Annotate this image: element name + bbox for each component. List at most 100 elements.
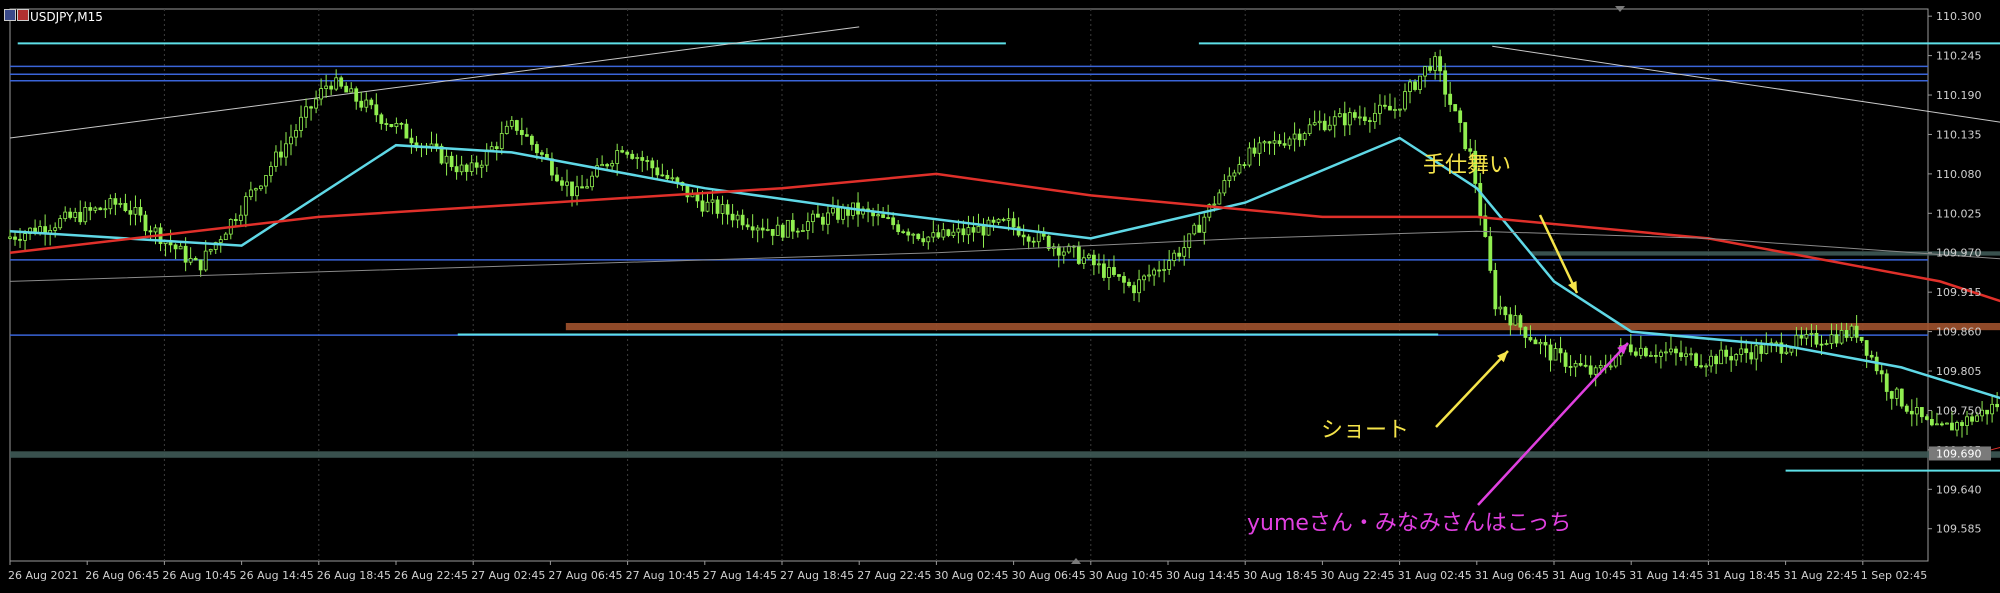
- candle-body: [1899, 388, 1904, 407]
- candle-body: [1222, 180, 1227, 194]
- candle-body: [1453, 104, 1458, 112]
- price-chart[interactable]: 110.300 110.245 110.190 110.135 110.080 110.0…: [0, 0, 2000, 593]
- candle-body: [1764, 343, 1769, 354]
- candle-body: [1202, 216, 1207, 233]
- candle-body: [665, 174, 670, 179]
- candle-body: [143, 214, 148, 232]
- candle-body: [1212, 203, 1217, 206]
- candle-body: [1638, 347, 1643, 356]
- candle-body: [1689, 353, 1693, 356]
- candle-body: [1076, 246, 1081, 264]
- candle-body: [93, 207, 98, 211]
- candle-body: [966, 227, 971, 236]
- candle-body: [384, 123, 389, 125]
- candle-body: [183, 245, 188, 263]
- candle-body: [1819, 343, 1824, 346]
- candle-body: [1709, 355, 1714, 367]
- candle-body: [294, 130, 298, 138]
- candle-body: [459, 164, 464, 173]
- candle-body: [1940, 423, 1944, 426]
- candle-body: [13, 236, 17, 240]
- candle-body: [1950, 422, 1954, 431]
- candle-body: [534, 144, 539, 154]
- chart-window[interactable]: 110.300 110.245 110.190 110.135 110.080 110.0…: [0, 0, 2000, 593]
- candle-body: [1378, 104, 1382, 114]
- candle-body: [1995, 403, 2000, 408]
- candle-body: [128, 210, 133, 215]
- time-axis-label: 30 Aug 10:45: [1089, 569, 1163, 582]
- candle-body: [434, 143, 439, 147]
- candle-body: [1217, 192, 1222, 205]
- candle-body: [1393, 109, 1397, 111]
- arrow-short: [1435, 350, 1509, 428]
- candle-body: [489, 146, 494, 151]
- candle-body: [1929, 419, 1934, 426]
- price-axis-label: 109.585: [1936, 523, 1982, 536]
- candle-body: [881, 214, 886, 218]
- moving-average-fast: [9, 136, 2000, 400]
- candle-body: [1418, 75, 1422, 90]
- candle-body: [248, 189, 253, 198]
- candle-body: [1277, 140, 1282, 145]
- annotation-teshimai: 手仕舞い: [1423, 153, 1512, 178]
- price-axis-label: 110.025: [1936, 207, 1982, 220]
- candle-body: [1965, 416, 1969, 426]
- candle-body: [1006, 218, 1011, 221]
- candle-body: [359, 100, 364, 108]
- candle-body: [760, 227, 765, 231]
- candle-body: [464, 164, 469, 172]
- candle-body: [509, 120, 514, 127]
- candle-body: [1132, 285, 1136, 294]
- candle-body: [1307, 124, 1312, 134]
- candle-body: [1317, 120, 1322, 124]
- candle-body: [1177, 252, 1182, 257]
- candle-body: [118, 203, 123, 205]
- candle-body: [805, 221, 810, 231]
- candle-body: [1001, 218, 1006, 221]
- candle-body: [1117, 274, 1121, 277]
- candle-body: [1357, 116, 1362, 119]
- candle-body: [976, 226, 981, 233]
- candle-body: [1061, 251, 1066, 256]
- candle-body: [1413, 81, 1417, 90]
- candle-body: [243, 196, 248, 216]
- candle-body: [504, 125, 509, 134]
- candle-body: [815, 213, 820, 218]
- price-axis-label: 109.915: [1936, 286, 1982, 299]
- candle-body: [299, 116, 303, 131]
- candle-body: [1684, 353, 1688, 358]
- candle-body: [1970, 416, 1974, 422]
- candle-body: [173, 244, 178, 250]
- candle-body: [1423, 66, 1427, 77]
- candle-body: [1859, 336, 1864, 341]
- candle-body: [1157, 269, 1162, 272]
- candle-body: [585, 186, 589, 189]
- candle-body: [1388, 105, 1392, 111]
- time-axis-label: 30 Aug 14:45: [1166, 569, 1240, 582]
- candle-body: [1147, 274, 1151, 277]
- candle-body: [289, 136, 293, 145]
- candle-body: [720, 204, 725, 214]
- candle-body: [936, 232, 941, 238]
- candle-body: [1367, 120, 1372, 122]
- candle-body: [379, 114, 384, 124]
- candle-body: [710, 199, 715, 203]
- candle-body: [78, 211, 83, 223]
- candle-body: [1107, 267, 1111, 278]
- candle-body: [670, 177, 675, 180]
- candle-body: [1137, 279, 1141, 294]
- time-axis-label: 31 Aug 06:45: [1475, 569, 1549, 582]
- candle-body: [1438, 56, 1443, 72]
- candle-body: [1884, 373, 1889, 392]
- time-axis-label: 30 Aug 06:45: [1012, 569, 1086, 582]
- candle-body: [1327, 124, 1332, 131]
- candle-body: [1919, 407, 1924, 418]
- candle-body: [1162, 269, 1167, 271]
- candle-body: [725, 204, 730, 215]
- candle-body: [1127, 281, 1131, 286]
- candle-body: [63, 211, 68, 220]
- candle-body: [1844, 329, 1849, 338]
- candle-body: [1694, 353, 1698, 366]
- candle-body: [103, 208, 108, 211]
- candle-body: [590, 175, 594, 188]
